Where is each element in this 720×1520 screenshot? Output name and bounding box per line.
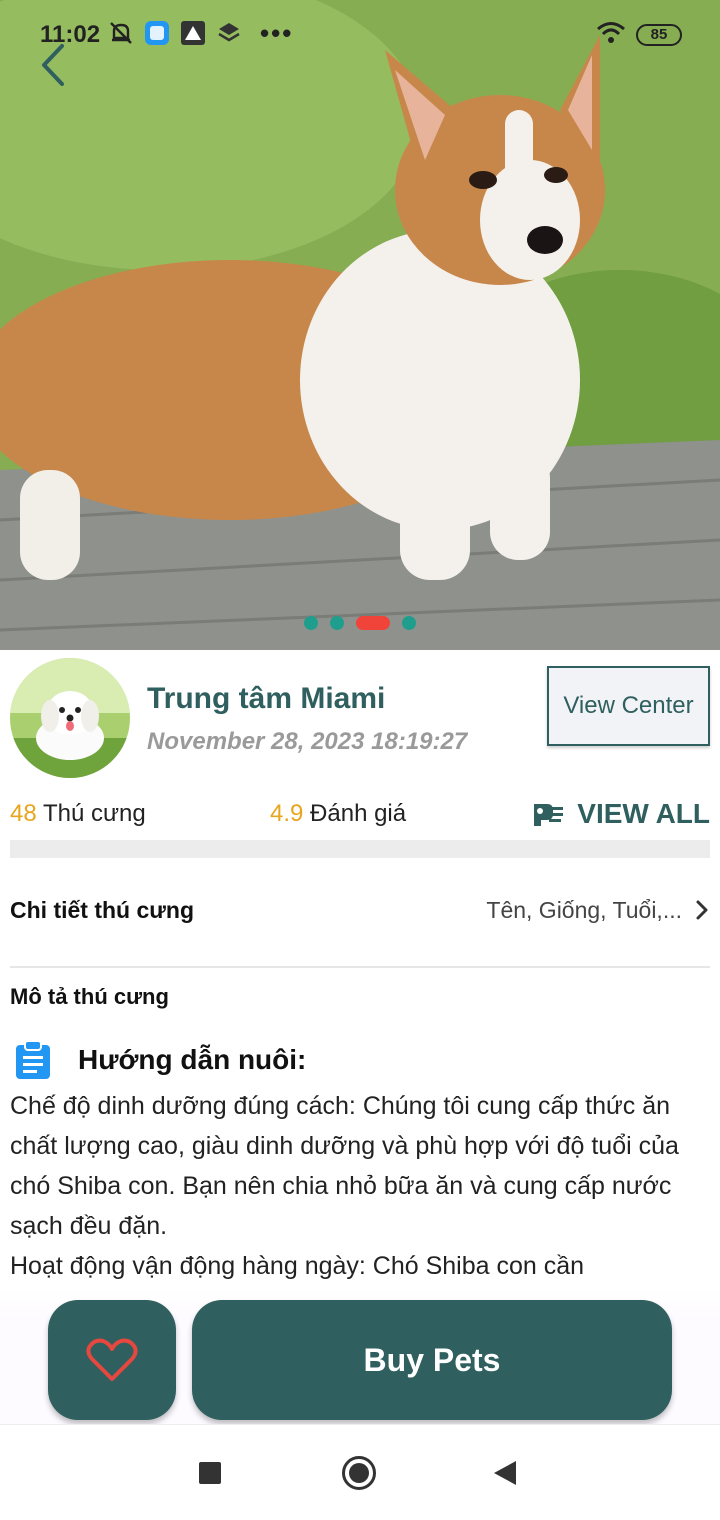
pet-details-title: Chi tiết thú cưng <box>10 896 195 923</box>
hero-image-carousel[interactable]: 11:02 ••• 85 <box>0 0 720 650</box>
pager-dot[interactable] <box>330 616 344 630</box>
pager-dot[interactable] <box>304 616 318 630</box>
layers-icon <box>218 23 240 42</box>
status-bar: 11:02 ••• 85 <box>0 0 720 70</box>
description-paragraph: Chế độ dinh dưỡng đúng cách: Chúng tôi c… <box>10 1092 679 1240</box>
pets-count: 48 <box>10 800 37 827</box>
wifi-icon <box>597 22 625 43</box>
system-back-icon[interactable] <box>494 1461 516 1485</box>
divider <box>10 966 710 968</box>
pet-details-summary: Tên, Giống, Tuổi,... <box>486 896 682 923</box>
more-notifications-icon: ••• <box>260 18 294 48</box>
carousel-pager <box>0 616 720 630</box>
bell-off-icon <box>110 22 132 44</box>
back-arrow-icon[interactable] <box>34 40 74 90</box>
corgi-photo <box>0 0 720 650</box>
favorite-button[interactable] <box>48 1300 176 1420</box>
rating-value: 4.9 <box>270 800 304 827</box>
recent-apps-icon[interactable] <box>199 1462 221 1484</box>
pet-details-summary-wrap: Tên, Giống, Tuổi,... <box>486 897 710 924</box>
system-nav-bar <box>0 1424 720 1520</box>
rating-label: Đánh giá <box>303 800 407 827</box>
view-all-button[interactable]: VIEW ALL <box>531 798 710 830</box>
center-name[interactable]: Trung tâm Miami <box>147 682 385 716</box>
pets-count-stat: 48 Thú cưng <box>10 800 146 828</box>
care-guide-heading: Hướng dẫn nuôi: <box>14 1038 306 1082</box>
rating-stat: 4.9 Đánh giá <box>270 800 406 828</box>
pet-list-icon <box>534 804 564 826</box>
view-center-button[interactable]: View Center <box>547 666 710 746</box>
pet-details-row[interactable]: Chi tiết thú cưng Tên, Giống, Tuổi,... <box>10 880 710 940</box>
description-title: Mô tả thú cưng <box>10 984 169 1009</box>
center-avatar <box>10 658 130 778</box>
home-icon[interactable] <box>342 1456 376 1490</box>
care-guide-title: Hướng dẫn nuôi: <box>78 1044 307 1075</box>
section-divider <box>10 840 710 858</box>
stats-row: 48 Thú cưng 4.9 Đánh giá VIEW ALL <box>10 798 710 834</box>
description-text: Chế độ dinh dưỡng đúng cách: Chúng tôi c… <box>10 1086 710 1286</box>
app-notification-icon <box>145 21 169 45</box>
pets-count-label: Thú cưng <box>36 800 146 827</box>
chevron-right-icon <box>696 900 708 920</box>
clipboard-icon <box>16 1040 50 1079</box>
battery-indicator: 85 <box>636 24 682 46</box>
app-notification-icon-2 <box>181 21 205 45</box>
view-all-label: VIEW ALL <box>577 798 710 829</box>
pager-dot-active[interactable] <box>356 616 390 630</box>
buy-pets-button[interactable]: Buy Pets <box>192 1300 672 1420</box>
heart-icon <box>86 1338 138 1381</box>
description-paragraph: Hoạt động vận động hàng ngày: Chó Shiba … <box>10 1252 585 1280</box>
pager-dot[interactable] <box>402 616 416 630</box>
center-date: November 28, 2023 18:19:27 <box>147 728 468 755</box>
